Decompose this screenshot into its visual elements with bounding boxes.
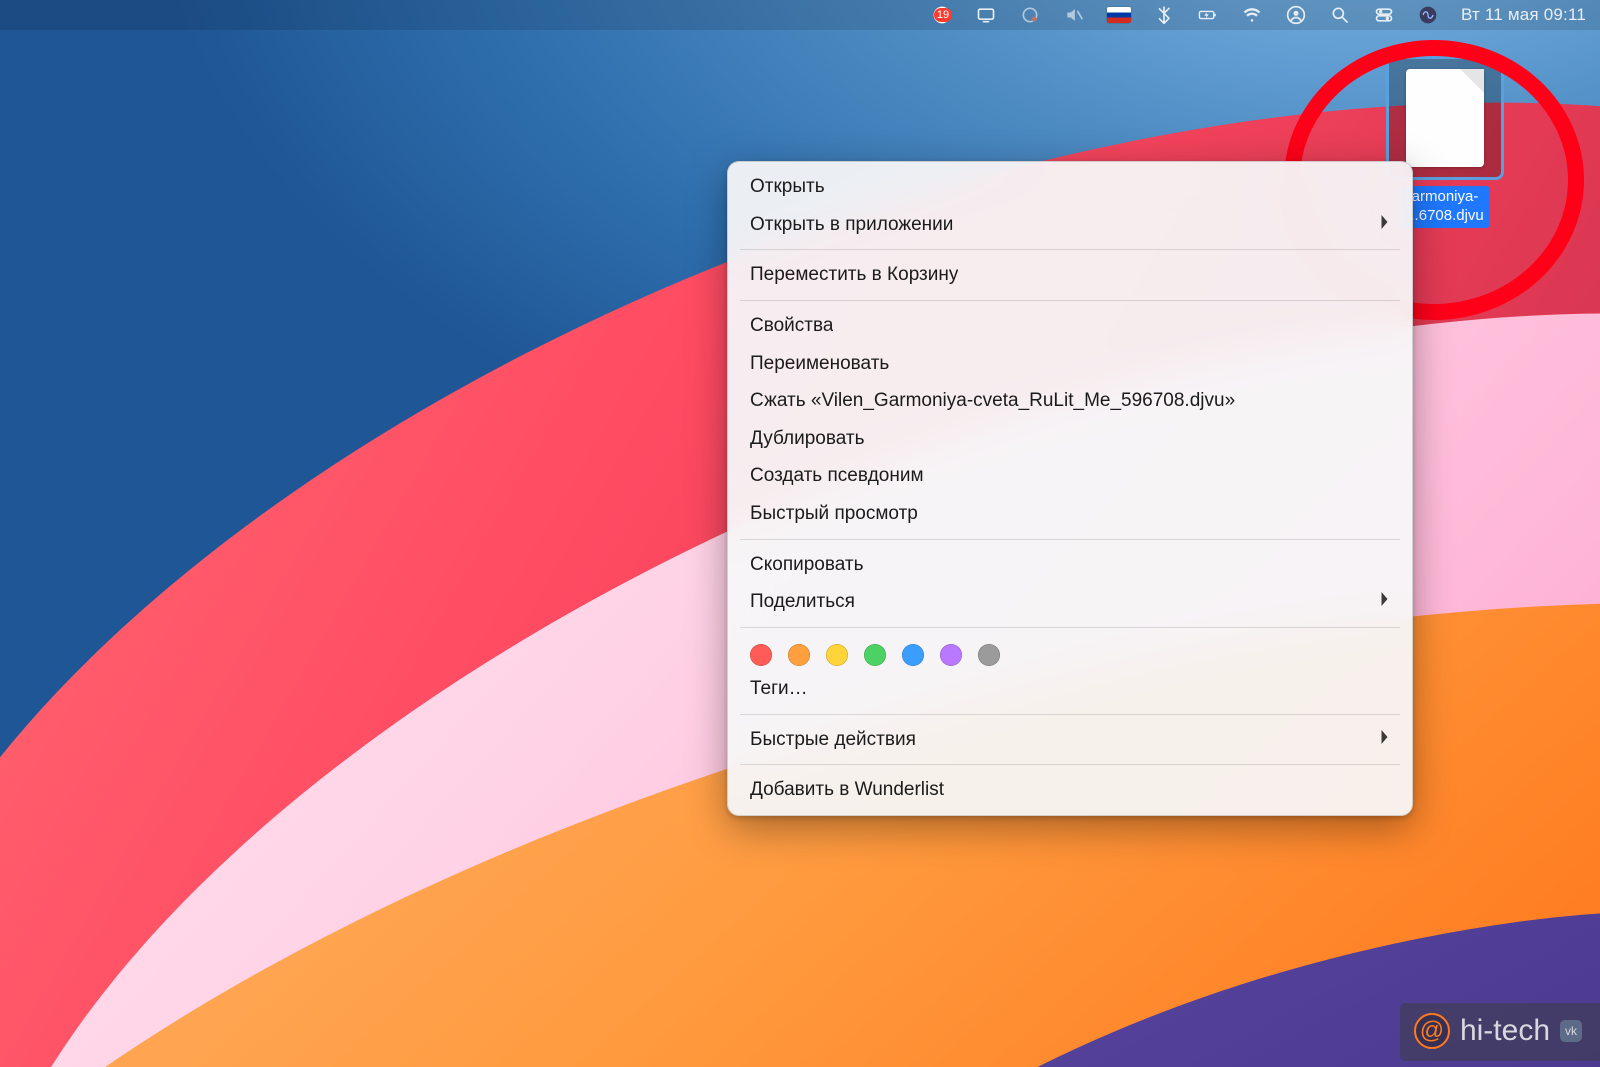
menu-item-duplicate[interactable]: Дублировать [728, 420, 1412, 458]
menu-item-label: Переместить в Корзину [750, 262, 958, 288]
control-center-icon[interactable] [1373, 4, 1395, 26]
tag-color-purple[interactable] [940, 644, 962, 666]
menu-item-label: Свойства [750, 313, 833, 339]
menu-item-label: Скопировать [750, 552, 863, 578]
menu-separator [740, 249, 1400, 250]
menu-item-label: Добавить в Wunderlist [750, 777, 944, 803]
menu-item-move-to-trash[interactable]: Переместить в Корзину [728, 256, 1412, 294]
menu-item-make-alias[interactable]: Создать псевдоним [728, 457, 1412, 495]
menu-item-label: Быстрые действия [750, 727, 916, 753]
watermark-text: hi-tech [1460, 1014, 1550, 1048]
watermark-vk-icon: vk [1560, 1020, 1582, 1042]
menu-item-label: Сжать «Vilen_Garmoniya-cveta_RuLit_Me_59… [750, 388, 1235, 414]
tag-color-yellow[interactable] [826, 644, 848, 666]
notification-badge: 19 [934, 8, 952, 22]
siri-icon[interactable] [1417, 4, 1439, 26]
menubar: 19 Вт 11 мая 09:11 [0, 0, 1600, 30]
menu-separator [740, 764, 1400, 765]
menu-item-label: Дублировать [750, 426, 865, 452]
tag-color-red[interactable] [750, 644, 772, 666]
menu-item-add-wunderlist[interactable]: Добавить в Wunderlist [728, 771, 1412, 809]
menu-separator [740, 627, 1400, 628]
menubar-clock[interactable]: Вт 11 мая 09:11 [1461, 5, 1586, 25]
watermark-hitech: @ hi-tech vk [1400, 1003, 1600, 1061]
menubar-app-badge-icon[interactable]: 19 [931, 4, 953, 26]
menu-item-compress[interactable]: Сжать «Vilen_Garmoniya-cveta_RuLit_Me_59… [728, 382, 1412, 420]
volume-muted-icon[interactable] [1063, 4, 1085, 26]
menu-item-label: Переименовать [750, 351, 889, 377]
battery-charging-icon[interactable] [1197, 4, 1219, 26]
menu-item-label: Открыть в приложении [750, 212, 953, 238]
tag-color-blue[interactable] [902, 644, 924, 666]
tag-color-green[interactable] [864, 644, 886, 666]
spotlight-search-icon[interactable] [1329, 4, 1351, 26]
tag-color-orange[interactable] [788, 644, 810, 666]
chevron-right-icon [1379, 589, 1390, 615]
menu-item-rename[interactable]: Переименовать [728, 345, 1412, 383]
menu-item-copy[interactable]: Скопировать [728, 546, 1412, 584]
menu-tags-row [728, 634, 1412, 670]
menu-item-label: Быстрый просмотр [750, 501, 918, 527]
menu-item-open[interactable]: Открыть [728, 168, 1412, 206]
menu-item-get-info[interactable]: Свойства [728, 307, 1412, 345]
menu-item-quick-actions[interactable]: Быстрые действия [728, 721, 1412, 759]
menu-separator [740, 300, 1400, 301]
file-label: armoniya- ...6708.djvu [1400, 186, 1490, 228]
tag-color-gray[interactable] [978, 644, 1000, 666]
file-label-line2: ...6708.djvu [1406, 207, 1484, 224]
menu-item-label: Создать псевдоним [750, 463, 924, 489]
file-label-line1: armoniya- [1412, 188, 1479, 205]
display-mirroring-icon[interactable] [975, 4, 997, 26]
menu-item-label: Теги… [750, 676, 808, 702]
menu-separator [740, 539, 1400, 540]
chevron-right-icon [1379, 727, 1390, 753]
menu-item-quick-look[interactable]: Быстрый просмотр [728, 495, 1412, 533]
menu-separator [740, 714, 1400, 715]
menubar-circle-status-icon[interactable] [1019, 4, 1041, 26]
chevron-right-icon [1379, 212, 1390, 238]
user-account-icon[interactable] [1285, 4, 1307, 26]
wifi-icon[interactable] [1241, 4, 1263, 26]
menu-item-share[interactable]: Поделиться [728, 583, 1412, 621]
menu-item-open-with[interactable]: Открыть в приложении [728, 206, 1412, 244]
input-language-flag-ru[interactable] [1107, 7, 1131, 23]
generic-document-icon [1406, 69, 1484, 167]
menu-item-tags[interactable]: Теги… [728, 670, 1412, 708]
watermark-at-icon: @ [1414, 1013, 1450, 1049]
bluetooth-icon[interactable] [1153, 4, 1175, 26]
menu-item-label: Открыть [750, 174, 825, 200]
finder-context-menu: Открыть Открыть в приложении Переместить… [727, 161, 1413, 816]
menu-item-label: Поделиться [750, 589, 855, 615]
